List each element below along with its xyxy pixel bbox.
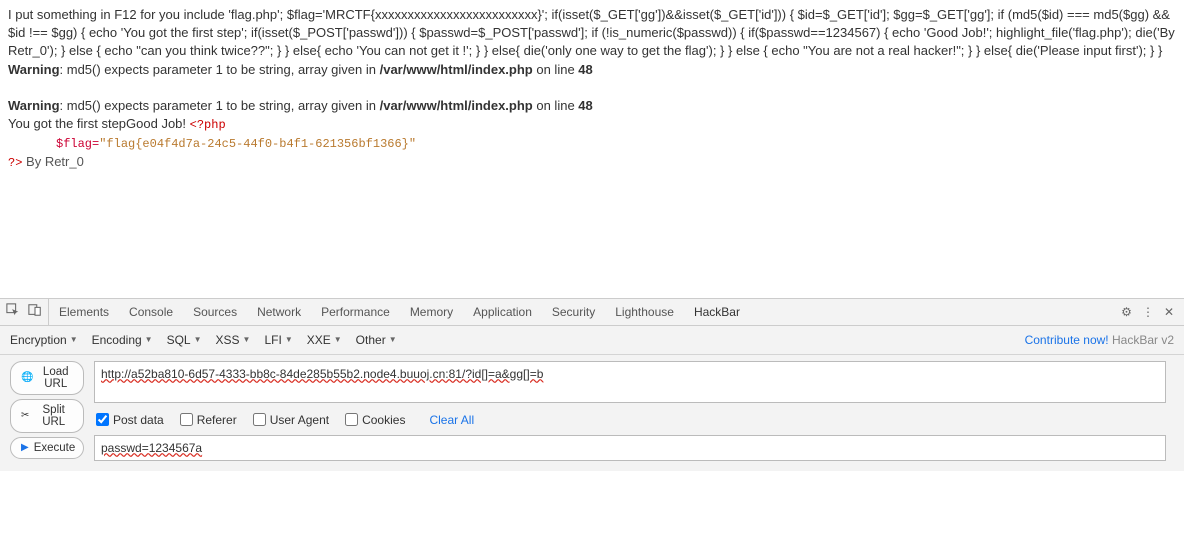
split-url-button[interactable]: ✂Split URL — [10, 399, 84, 433]
flag-line: $flag="flag{e04f4d7a-24c5-44f0-b4f1-6213… — [8, 137, 416, 151]
tab-hackbar[interactable]: HackBar — [684, 299, 750, 325]
load-url-button[interactable]: 🌐Load URL — [10, 361, 84, 395]
php-close-tag: ?> — [8, 156, 22, 170]
warning-label: Warning — [8, 98, 60, 113]
play-icon: ▶ — [21, 442, 29, 453]
dd-encoding[interactable]: Encoding▼ — [92, 333, 153, 347]
chk-useragent[interactable]: User Agent — [253, 413, 329, 427]
dd-other[interactable]: Other▼ — [356, 333, 397, 347]
more-icon[interactable]: ⋮ — [1142, 305, 1154, 319]
hackbar-side-buttons: 🌐Load URL ✂Split URL ▶Execute — [0, 361, 94, 461]
tab-performance[interactable]: Performance — [311, 299, 400, 325]
warning-msg: : md5() expects parameter 1 to be string… — [60, 98, 380, 113]
close-icon[interactable]: ✕ — [1164, 305, 1174, 319]
dd-xss[interactable]: XSS▼ — [216, 333, 251, 347]
clear-all-link[interactable]: Clear All — [429, 413, 474, 427]
options-row: Post data Referer User Agent Cookies Cle… — [94, 403, 1166, 435]
byline: By Retr_0 — [26, 154, 84, 169]
tab-security[interactable]: Security — [542, 299, 605, 325]
dd-sql[interactable]: SQL▼ — [167, 333, 202, 347]
devtools-header: Elements Console Sources Network Perform… — [0, 299, 1184, 326]
execute-button[interactable]: ▶Execute — [10, 437, 84, 459]
warning-msg: : md5() expects parameter 1 to be string… — [60, 62, 380, 77]
warning-online: on line — [533, 98, 579, 113]
hackbar-body: 🌐Load URL ✂Split URL ▶Execute http://a52… — [0, 355, 1184, 471]
php-open-tag: <?php — [190, 118, 226, 132]
php-source-dump: I put something in F12 for you include '… — [8, 7, 1175, 58]
settings-icon[interactable]: ⚙ — [1121, 305, 1132, 319]
php-string: "flag{e04f4d7a-24c5-44f0-b4f1-621356bf13… — [99, 137, 416, 151]
chk-referer[interactable]: Referer — [180, 413, 237, 427]
tab-network[interactable]: Network — [247, 299, 311, 325]
page-output: I put something in F12 for you include '… — [0, 0, 1184, 178]
warning-online: on line — [533, 62, 579, 77]
brand-text: HackBar v2 — [1109, 333, 1174, 347]
dd-xxe[interactable]: XXE▼ — [307, 333, 342, 347]
chk-postdata[interactable]: Post data — [96, 413, 164, 427]
hackbar-toolbar: Encryption▼ Encoding▼ SQL▼ XSS▼ LFI▼ XXE… — [0, 326, 1184, 355]
warning-line: 48 — [578, 62, 592, 77]
contribute-link[interactable]: Contribute now! — [1025, 333, 1109, 347]
warning-path: /var/www/html/index.php — [380, 98, 533, 113]
dd-encryption[interactable]: Encryption▼ — [10, 333, 78, 347]
scissors-icon: ✂ — [21, 410, 29, 421]
hackbar-main: http://a52ba810-6d57-4333-bb8c-84de285b5… — [94, 361, 1184, 461]
php-var: $flag= — [56, 137, 99, 151]
success-text: You got the first stepGood Job! — [8, 116, 190, 131]
tab-memory[interactable]: Memory — [400, 299, 463, 325]
devtools-tabs: Elements Console Sources Network Perform… — [49, 299, 750, 325]
tab-lighthouse[interactable]: Lighthouse — [605, 299, 684, 325]
tab-console[interactable]: Console — [119, 299, 183, 325]
php-warning-2: Warning: md5() expects parameter 1 to be… — [8, 98, 593, 113]
warning-label: Warning — [8, 62, 60, 77]
warning-line: 48 — [578, 98, 592, 113]
url-input[interactable]: http://a52ba810-6d57-4333-bb8c-84de285b5… — [94, 361, 1166, 403]
warning-path: /var/www/html/index.php — [380, 62, 533, 77]
devtools-panel: Elements Console Sources Network Perform… — [0, 298, 1184, 471]
post-data-input[interactable]: passwd=1234567a — [94, 435, 1166, 461]
tab-elements[interactable]: Elements — [49, 299, 119, 325]
dd-lfi[interactable]: LFI▼ — [264, 333, 292, 347]
chk-cookies[interactable]: Cookies — [345, 413, 405, 427]
inspect-icon[interactable] — [6, 303, 20, 320]
tab-application[interactable]: Application — [463, 299, 542, 325]
hackbar-brand: Contribute now! HackBar v2 — [1025, 333, 1174, 347]
php-warning-1: Warning: md5() expects parameter 1 to be… — [8, 62, 593, 77]
globe-icon: 🌐 — [21, 372, 33, 383]
device-toolbar-icon[interactable] — [28, 303, 42, 320]
tab-sources[interactable]: Sources — [183, 299, 247, 325]
